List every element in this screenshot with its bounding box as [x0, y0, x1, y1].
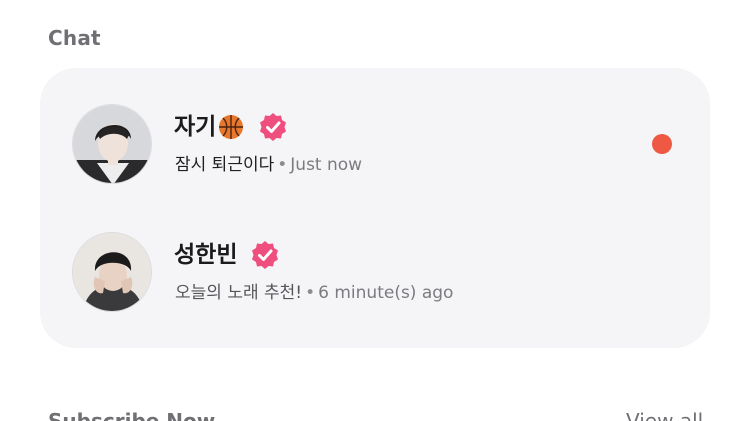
view-all-link[interactable]: View all — [626, 408, 703, 421]
avatar-image — [73, 105, 151, 183]
subscribe-section-title: Subscribe Now — [48, 409, 216, 421]
last-message-time: Just now — [290, 155, 363, 175]
last-message-preview: 잠시 퇴근이다 — [175, 155, 275, 175]
chat-section-title: Chat — [48, 26, 101, 50]
chat-list-card: 자기 잠시 퇴근이다 • Just now 성한빈 오늘의 노래 추천! • 6… — [40, 68, 710, 348]
last-message-preview: 오늘의 노래 추천! — [175, 283, 303, 303]
meta-separator: • — [277, 155, 288, 175]
last-message-time: 6 minute(s) ago — [318, 283, 454, 303]
chat-meta: 오늘의 노래 추천! • 6 minute(s) ago — [175, 282, 453, 304]
avatar[interactable] — [72, 104, 152, 184]
avatar[interactable] — [72, 232, 152, 312]
chat-name: 성한빈 — [174, 242, 238, 268]
chat-name: 자기 — [174, 114, 217, 140]
meta-separator: • — [305, 283, 316, 303]
avatar-image — [73, 233, 151, 311]
verified-badge-icon — [249, 239, 281, 271]
chat-name-line: 성한빈 — [174, 238, 281, 272]
next-section-header: Subscribe Now View all — [0, 408, 749, 421]
chat-item-2[interactable]: 성한빈 오늘의 노래 추천! • 6 minute(s) ago — [40, 232, 710, 332]
chat-item-1[interactable]: 자기 잠시 퇴근이다 • Just now — [40, 104, 710, 204]
chat-name-line: 자기 — [174, 110, 289, 144]
verified-badge-icon — [257, 111, 289, 143]
chat-meta: 잠시 퇴근이다 • Just now — [175, 154, 362, 176]
unread-indicator — [652, 134, 672, 154]
basketball-icon — [217, 113, 245, 141]
